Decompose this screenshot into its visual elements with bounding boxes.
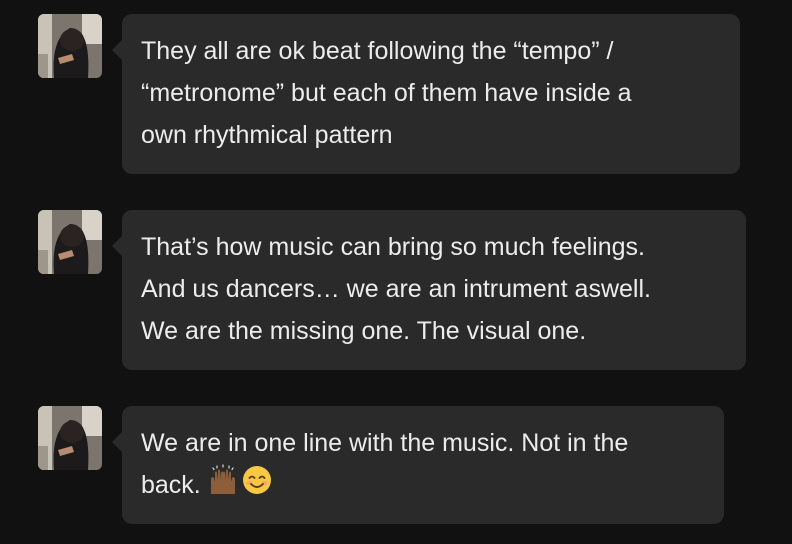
message-bubble: That’s how music can bring so much feeli… (112, 210, 746, 370)
avatar[interactable] (38, 210, 102, 274)
message-bubble: We are in one line with the music. Not i… (112, 406, 724, 524)
message-text-line-with-emoji: back. (141, 464, 704, 509)
message-text-line: own rhythmical pattern (141, 121, 393, 149)
smiling-face-icon (241, 464, 273, 509)
message-text-line: They all are ok beat following the “temp… (141, 37, 614, 65)
message-text-line: And us dancers… we are an intrument aswe… (141, 275, 651, 303)
message-bubble: They all are ok beat following the “temp… (112, 14, 740, 174)
avatar[interactable] (38, 406, 102, 470)
raised-hands-icon (207, 464, 239, 509)
message-text-line: “metronome” but each of them have inside… (141, 79, 632, 107)
message-text-line: That’s how music can bring so much feeli… (141, 233, 645, 261)
message-text-line: We are the missing one. The visual one. (141, 317, 587, 345)
message-text: back. (141, 471, 201, 500)
message-text-line: We are in one line with the music. Not i… (141, 429, 629, 457)
chat-thread: They all are ok beat following the “temp… (0, 0, 792, 544)
avatar[interactable] (38, 14, 102, 78)
